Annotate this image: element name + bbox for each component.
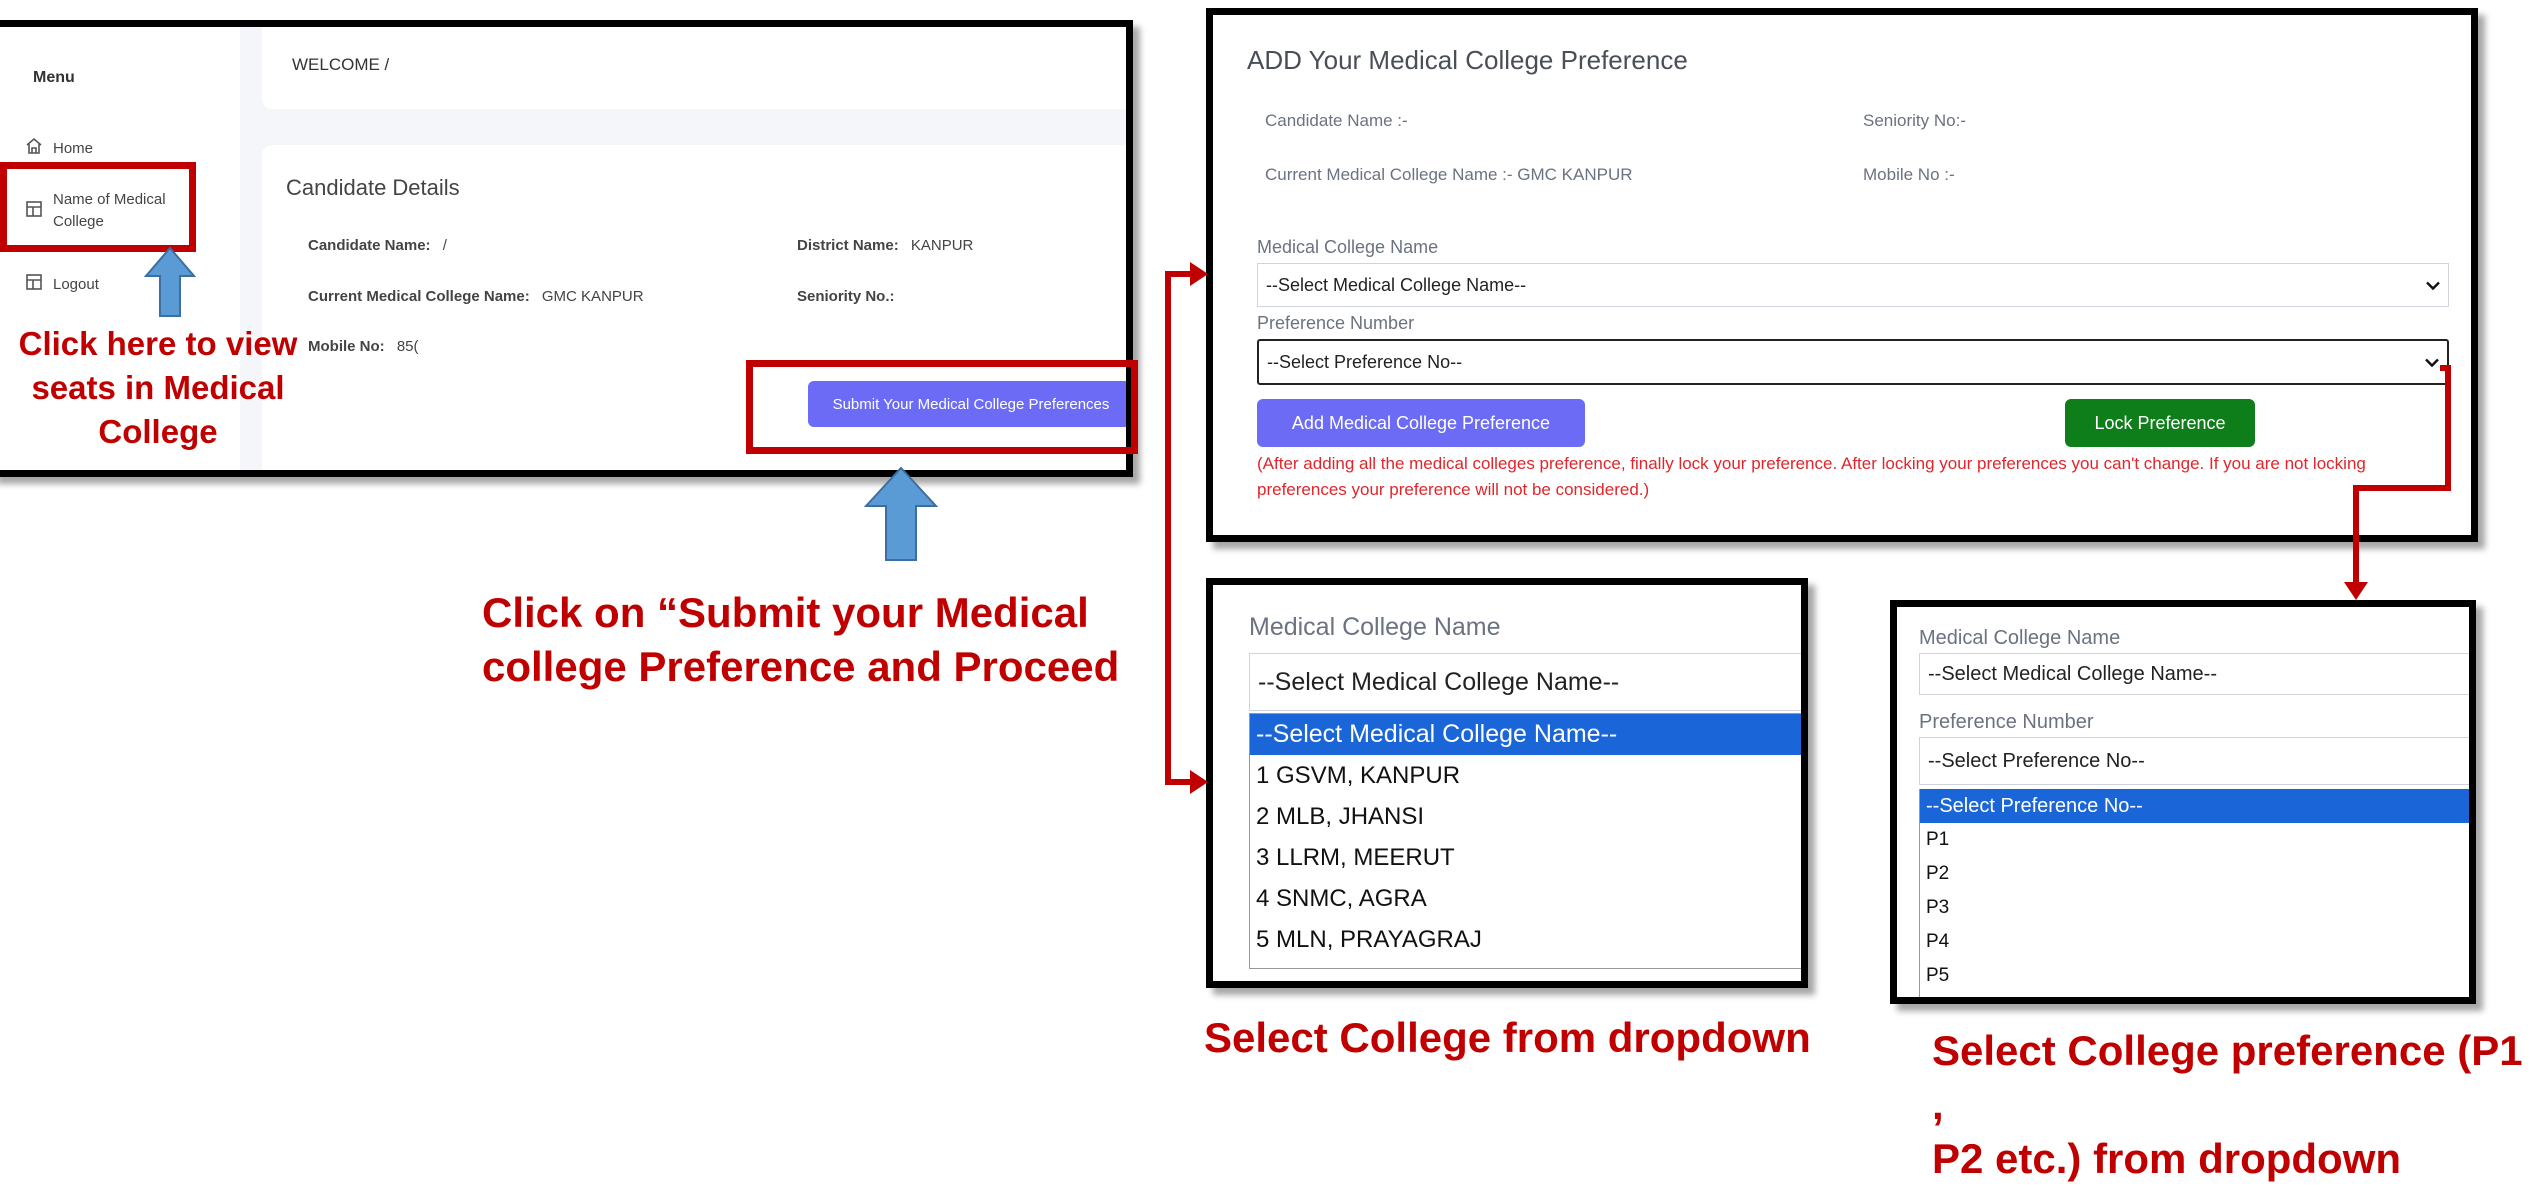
bracket-arrow-icon	[1165, 271, 1196, 785]
arrowhead-icon	[1190, 770, 1208, 794]
annotation-select-college: Select College from dropdown	[1204, 1014, 1811, 1061]
arrowhead-icon	[2344, 582, 2368, 600]
arrowhead-icon	[1190, 262, 1208, 286]
annotation-line: P2 etc.) from dropdown	[1932, 1135, 2402, 1182]
elbow-arrow-icon	[2353, 365, 2451, 584]
annotation-line: Select College preference (P1 ,	[1932, 1027, 2523, 1128]
annotation-select-preference: Select College preference (P1 , P2 etc.)…	[1932, 1024, 2534, 1186]
connector-arrows	[1165, 262, 2451, 794]
